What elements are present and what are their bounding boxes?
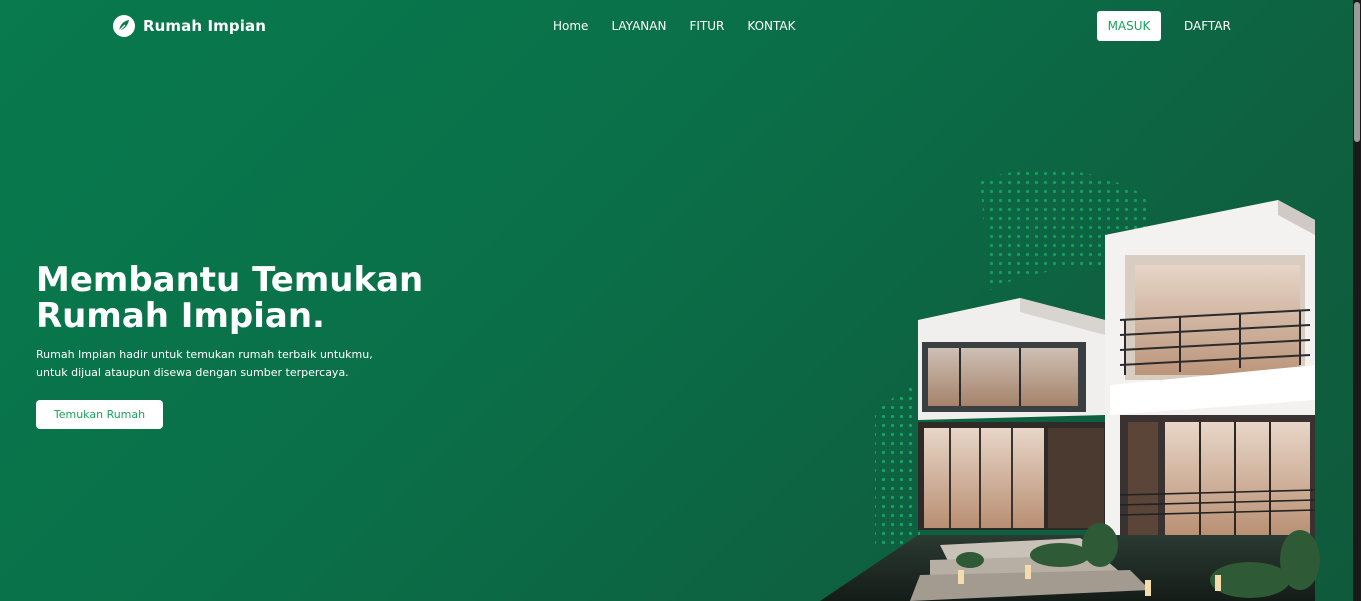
nav-kontak-link[interactable]: KONTAK	[747, 19, 795, 33]
register-button[interactable]: DAFTAR	[1178, 11, 1236, 41]
login-button[interactable]: MASUK	[1097, 11, 1161, 41]
scrollbar-thumb[interactable]	[1354, 2, 1360, 142]
leaf-logo-icon	[113, 15, 135, 37]
brand-logo[interactable]: Rumah Impian	[112, 14, 266, 38]
page-scrollbar[interactable]	[1353, 0, 1361, 601]
brand-name: Rumah Impian	[143, 17, 266, 35]
hero-title: Membantu Temukan Rumah Impian.	[36, 260, 424, 336]
hero-description: Rumah Impian hadir untuk temukan rumah t…	[36, 348, 373, 379]
main-nav: Home LAYANAN FITUR KONTAK	[553, 19, 795, 33]
nav-layanan-link[interactable]: LAYANAN	[611, 19, 666, 33]
hero-house-image	[820, 169, 1320, 601]
nav-fitur-link[interactable]: FITUR	[689, 19, 724, 33]
nav-home-link[interactable]: Home	[553, 19, 588, 33]
landing-page: Rumah Impian Home LAYANAN FITUR KONTAK M…	[0, 0, 1361, 601]
find-house-button[interactable]: Temukan Rumah	[36, 400, 163, 429]
